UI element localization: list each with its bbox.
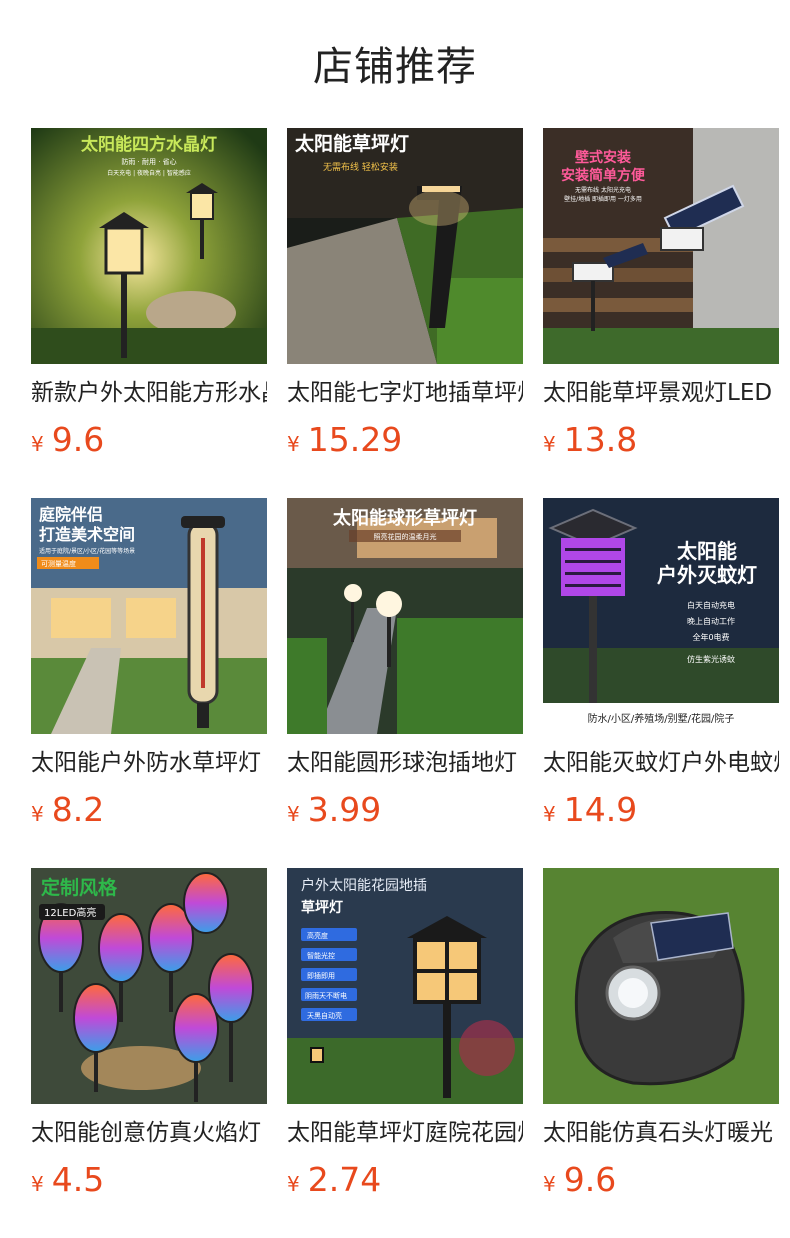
product-card[interactable]: 太阳能仿真石头灯暖光 ¥9.6 (543, 868, 779, 1238)
product-price: ¥4.5 (31, 1160, 267, 1206)
overlay-text: 无需布线 轻松安装 (323, 161, 398, 173)
product-name[interactable]: 新款户外太阳能方形水晶灯 (31, 378, 267, 408)
overlay-text: 照亮花园的温柔月光 (374, 532, 437, 541)
product-image[interactable]: 定制风格 12LED高亮 (31, 868, 267, 1104)
price-value: 9.6 (51, 420, 105, 459)
product-image[interactable]: 太阳能 户外灭蚊灯 白天自动充电 晚上自动工作 全年0电费 仿生紫光诱蚊 防水/… (543, 498, 779, 734)
product-card[interactable]: 太阳能球形草坪灯 照亮花园的温柔月光 太阳能圆形球泡插地灯 ¥3.99 (287, 498, 523, 868)
overlay-text: 太阳能四方水晶灯 (81, 134, 217, 155)
overlay-text: 壁挂/地插 即插即用 一灯多用 (564, 195, 642, 203)
overlay-text: 太阳能草坪灯 (295, 132, 409, 155)
page-title: 店铺推荐 (313, 44, 477, 90)
product-price: ¥9.6 (31, 420, 267, 466)
page: 店铺推荐 太阳能四方水晶灯 防雨 · 耐用 · 省心 白天充电 | 夜晚自亮 |… (0, 0, 790, 1238)
overlay-text: 户外灭蚊灯 (657, 563, 757, 587)
product-name[interactable]: 太阳能创意仿真火焰灯 (31, 1118, 267, 1148)
price-value: 8.2 (51, 790, 105, 829)
currency-symbol: ¥ (31, 432, 44, 456)
price-value: 4.5 (51, 1160, 105, 1199)
product-price: ¥3.99 (287, 790, 523, 836)
product-name[interactable]: 太阳能草坪景观灯LED (543, 378, 779, 408)
product-price: ¥2.74 (287, 1160, 523, 1206)
product-name[interactable]: 太阳能灭蚊灯户外电蚊灯 (543, 748, 779, 778)
product-price: ¥15.29 (287, 420, 523, 466)
overlay-text: 高亮度 (307, 931, 328, 940)
product-grid: 太阳能四方水晶灯 防雨 · 耐用 · 省心 白天充电 | 夜晚自亮 | 智能感应… (31, 128, 779, 1238)
overlay-text: 晚上自动工作 (687, 616, 735, 626)
overlay-text: 防雨 · 耐用 · 省心 (121, 157, 176, 166)
product-name[interactable]: 太阳能七字灯地插草坪灯 (287, 378, 523, 408)
currency-symbol: ¥ (543, 432, 556, 456)
product-image[interactable] (543, 868, 779, 1104)
product-price: ¥9.6 (543, 1160, 779, 1206)
currency-symbol: ¥ (31, 802, 44, 826)
product-name[interactable]: 太阳能仿真石头灯暖光 (543, 1118, 779, 1148)
product-name[interactable]: 太阳能草坪灯庭院花园灯 (287, 1118, 523, 1148)
product-image[interactable]: 庭院伴侣 打造美术空间 适用于庭院/景区/小区/花园等等场景 可测量温度 (31, 498, 267, 734)
overlay-text: 天黑自动亮 (307, 1011, 342, 1020)
overlay-text: 全年0电费 (692, 632, 729, 642)
price-value: 15.29 (307, 420, 403, 459)
currency-symbol: ¥ (31, 1172, 44, 1196)
product-image[interactable]: 太阳能四方水晶灯 防雨 · 耐用 · 省心 白天充电 | 夜晚自亮 | 智能感应 (31, 128, 267, 364)
product-image[interactable]: 壁式安装 安装简单方便 无需布线 太阳光充电 壁挂/地插 即插即用 一灯多用 (543, 128, 779, 364)
overlay-text: 仿生紫光诱蚊 (687, 654, 735, 664)
currency-symbol: ¥ (287, 1172, 300, 1196)
product-card[interactable]: 户外太阳能花园地插 草坪灯 高亮度 智能光控 即插即用 阴雨天不断电 天黑自动亮 (287, 868, 523, 1238)
overlay-text: 无需布线 太阳光充电 (575, 186, 631, 194)
product-image[interactable]: 户外太阳能花园地插 草坪灯 高亮度 智能光控 即插即用 阴雨天不断电 天黑自动亮 (287, 868, 523, 1104)
overlay-text: 白天充电 | 夜晚自亮 | 智能感应 (107, 169, 191, 177)
currency-symbol: ¥ (287, 802, 300, 826)
overlay-text: 即插即用 (307, 971, 335, 980)
overlay-text: 草坪灯 (301, 899, 343, 916)
overlay-text: 安装简单方便 (561, 167, 646, 184)
overlay-text: 12LED高亮 (44, 906, 96, 919)
product-price: ¥14.9 (543, 790, 779, 836)
product-card[interactable]: 庭院伴侣 打造美术空间 适用于庭院/景区/小区/花园等等场景 可测量温度 太阳能… (31, 498, 267, 868)
price-value: 3.99 (307, 790, 382, 829)
price-value: 13.8 (563, 420, 638, 459)
product-price: ¥13.8 (543, 420, 779, 466)
overlay-text: 适用于庭院/景区/小区/花园等等场景 (39, 547, 135, 555)
overlay-text: 智能光控 (307, 951, 335, 960)
overlay-text: 防水/小区/养殖场/别墅/花园/院子 (588, 712, 735, 725)
price-value: 9.6 (563, 1160, 617, 1199)
overlay-text: 庭院伴侣 (39, 505, 103, 524)
overlay-text: 阴雨天不断电 (305, 991, 347, 1000)
overlay-text: 定制风格 (41, 876, 118, 899)
currency-symbol: ¥ (543, 1172, 556, 1196)
price-value: 14.9 (563, 790, 638, 829)
overlay-text: 白天自动充电 (687, 600, 735, 610)
product-card[interactable]: 太阳能草坪灯 无需布线 轻松安装 太阳能七字灯地插草坪灯 ¥15.29 (287, 128, 523, 498)
overlay-text: 打造美术空间 (39, 525, 135, 544)
currency-symbol: ¥ (287, 432, 300, 456)
currency-symbol: ¥ (543, 802, 556, 826)
overlay-text: 太阳能球形草坪灯 (333, 507, 477, 529)
price-value: 2.74 (307, 1160, 382, 1199)
product-name[interactable]: 太阳能户外防水草坪灯 (31, 748, 267, 778)
product-image[interactable]: 太阳能草坪灯 无需布线 轻松安装 (287, 128, 523, 364)
overlay-text: 户外太阳能花园地插 (301, 877, 427, 894)
product-image[interactable]: 太阳能球形草坪灯 照亮花园的温柔月光 (287, 498, 523, 734)
product-card[interactable]: 太阳能 户外灭蚊灯 白天自动充电 晚上自动工作 全年0电费 仿生紫光诱蚊 防水/… (543, 498, 779, 868)
product-card[interactable]: 定制风格 12LED高亮 太阳能创意仿真火焰灯 ¥4.5 (31, 868, 267, 1238)
overlay-text: 可测量温度 (41, 559, 76, 568)
product-card[interactable]: 太阳能四方水晶灯 防雨 · 耐用 · 省心 白天充电 | 夜晚自亮 | 智能感应… (31, 128, 267, 498)
overlay-text: 壁式安装 (575, 149, 632, 166)
product-card[interactable]: 壁式安装 安装简单方便 无需布线 太阳光充电 壁挂/地插 即插即用 一灯多用 太… (543, 128, 779, 498)
overlay-text: 太阳能 (677, 539, 737, 563)
product-price: ¥8.2 (31, 790, 267, 836)
product-name[interactable]: 太阳能圆形球泡插地灯 (287, 748, 523, 778)
